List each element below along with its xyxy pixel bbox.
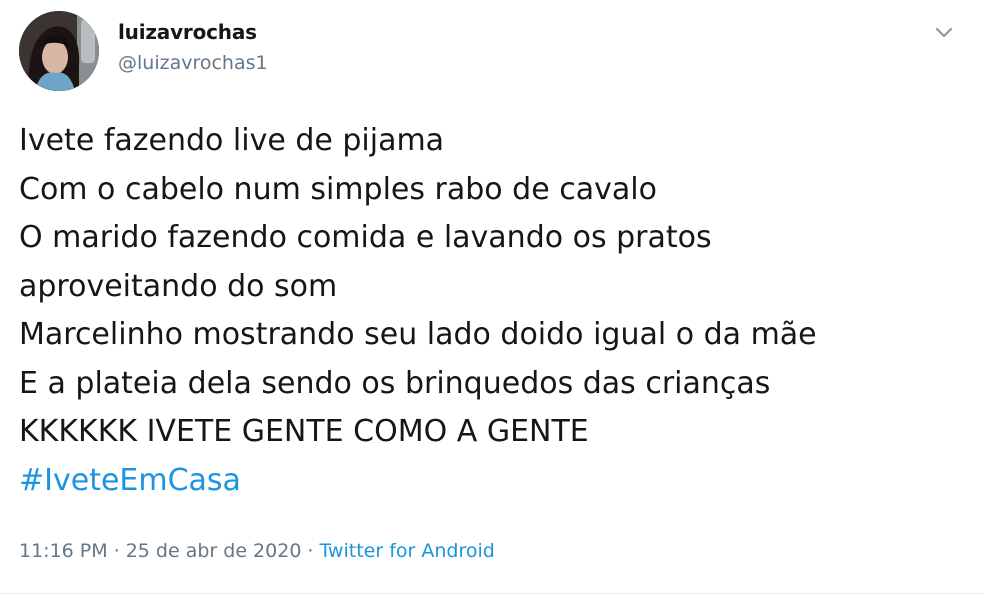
tweet-card: luizavrochas @luizavrochas1 Ivete fazend… — [0, 0, 984, 594]
chevron-down-icon[interactable] — [931, 22, 957, 44]
tweet-line: E a plateia dela sendo os brinquedos das… — [19, 365, 771, 401]
avatar-image — [19, 11, 99, 91]
user-handle[interactable]: @luizavrochas1 — [118, 52, 268, 74]
tweet-line: Com o cabelo num simples rabo de cavalo — [19, 171, 657, 207]
tweet-line: Ivete fazendo live de pijama — [19, 123, 445, 158]
tweet-line: KKKKKK IVETE GENTE COMO A GENTE — [19, 414, 589, 449]
tweet-date[interactable]: 25 de abr de 2020 — [126, 540, 302, 562]
tweet-line: Marcelinho mostrando seu lado doido igua… — [19, 317, 817, 352]
display-name[interactable]: luizavrochas — [118, 20, 257, 44]
tweet-line: aproveitando do som — [19, 268, 338, 304]
source-link[interactable]: Twitter for Android — [319, 540, 494, 562]
hashtag-link[interactable]: #IveteEmCasa — [19, 457, 959, 506]
avatar[interactable] — [19, 11, 99, 91]
tweet-meta: 11:16 PM · 25 de abr de 2020 · Twitter for A… — [19, 540, 495, 562]
meta-separator: · — [113, 540, 120, 562]
tweet-line: O marido fazendo comida e lavando os pra… — [19, 220, 712, 255]
tweet-time[interactable]: 11:16 PM — [19, 540, 108, 562]
meta-separator: · — [307, 540, 314, 562]
tweet-text: Ivete fazendo live de pijama Com o cabel… — [19, 117, 959, 505]
